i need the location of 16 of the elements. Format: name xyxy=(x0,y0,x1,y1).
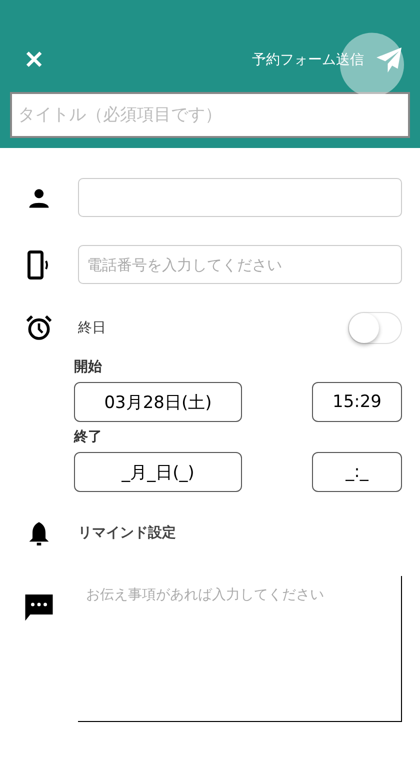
start-label: 開始 xyxy=(74,358,103,376)
end-label: 終了 xyxy=(74,428,103,446)
title-field[interactable]: タイトル（必須項目です） xyxy=(10,92,410,138)
end-date-field[interactable]: _月_日(_) xyxy=(74,452,242,492)
reminder-label[interactable]: リマインド設定 xyxy=(78,524,402,542)
alarm-clock-icon xyxy=(24,314,54,342)
phone-field[interactable]: 電話番号を入力してください xyxy=(78,245,402,284)
start-time-field[interactable]: 15:29 xyxy=(312,382,402,422)
close-button[interactable]: ✕ xyxy=(10,46,58,74)
message-field[interactable]: お伝え事項があれば入力してください xyxy=(78,576,402,722)
all-day-toggle[interactable] xyxy=(348,312,402,344)
end-time-field[interactable]: _:_ xyxy=(312,452,402,492)
start-date-field[interactable]: 03月28日(土) xyxy=(74,382,242,422)
name-field[interactable] xyxy=(78,178,402,217)
all-day-label: 終日 xyxy=(78,319,107,337)
chat-bubble-icon xyxy=(24,592,54,622)
